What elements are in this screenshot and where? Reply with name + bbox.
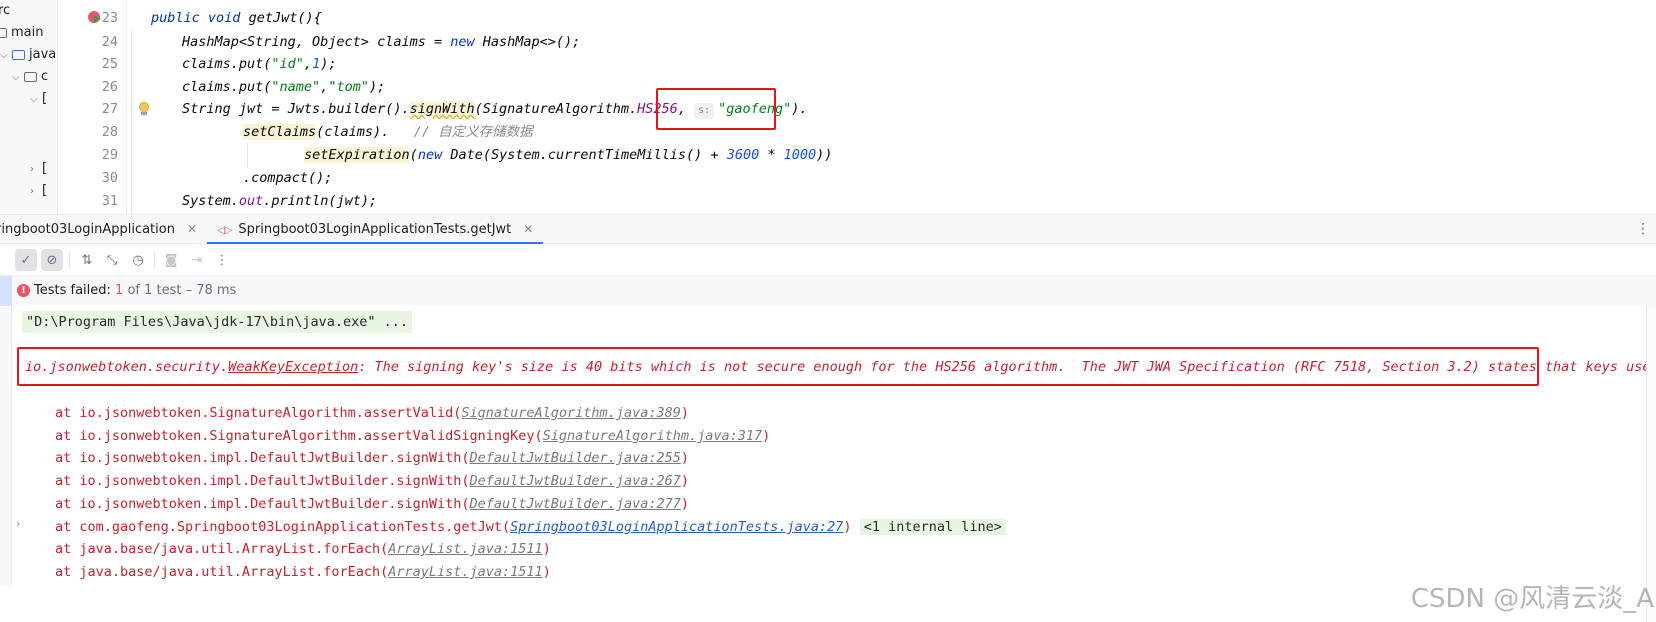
history-button[interactable]: ◷ — [127, 249, 149, 271]
stack-frame: at java.base/java.util.ArrayList.forEach… — [55, 541, 551, 557]
close-icon[interactable]: ✕ — [523, 222, 533, 236]
folder-icon — [12, 49, 25, 60]
line-number: 25 — [101, 56, 118, 72]
stack-frame: at io.jsonwebtoken.SignatureAlgorithm.as… — [55, 405, 689, 421]
test-status-bar: ! Tests failed: 1 of 1 test – 78 ms — [0, 276, 1656, 306]
tab-run-application[interactable]: ringboot03LoginApplication ✕ — [0, 215, 197, 244]
console-output[interactable]: "D:\Program Files\Java\jdk-17\bin\java.e… — [12, 306, 1656, 622]
line-number: 29 — [101, 147, 118, 163]
tree-item-sub[interactable]: ⌵[ — [30, 88, 47, 110]
stack-frame-link[interactable]: SignatureAlgorithm.java:317 — [543, 428, 762, 444]
tree-item-sub[interactable]: ›[ — [30, 180, 47, 202]
stack-frame: at com.gaofeng.Springboot03LoginApplicat… — [55, 516, 1006, 538]
code-line-24: HashMap<String, Object> claims = new Has… — [182, 34, 581, 50]
stack-frame-link[interactable]: DefaultJwtBuilder.java:277 — [470, 496, 681, 512]
check-icon: ✓ — [20, 252, 32, 268]
tree-item-label: java — [29, 47, 57, 62]
code-line-31: System.out.println(jwt); — [182, 193, 378, 209]
stack-frame-link[interactable]: ArrayList.java:1511 — [388, 541, 542, 557]
tree-item-label: [ — [42, 161, 48, 176]
stack-frame: at io.jsonwebtoken.impl.DefaultJwtBuilde… — [55, 496, 689, 512]
highlight-box-key — [656, 88, 776, 130]
line-number: 30 — [101, 170, 118, 186]
sort-button[interactable]: ⇅ — [76, 249, 98, 271]
stack-frame-link[interactable]: DefaultJwtBuilder.java:255 — [470, 450, 681, 466]
watermark: CSDN @风清云淡_A — [1410, 584, 1654, 614]
show-passed-button[interactable]: ✓ — [15, 249, 37, 271]
code-line-25: claims.put("id",1); — [182, 56, 337, 72]
stack-frame-link[interactable]: SignatureAlgorithm.java:389 — [461, 405, 680, 421]
test-tree-strip[interactable] — [0, 276, 12, 586]
run-tab-bar: ringboot03LoginApplication ✕ ◁▷ Springboot… — [0, 214, 1656, 244]
line-number: 27 — [101, 101, 118, 117]
tree-item-package[interactable]: ⌵ c — [12, 66, 48, 88]
stack-frame: at io.jsonwebtoken.impl.DefaultJwtBuilde… — [55, 473, 689, 489]
run-test-icon[interactable] — [94, 15, 101, 23]
stack-frame-link[interactable]: ArrayList.java:1511 — [388, 564, 542, 580]
tab-label: Springboot03LoginApplicationTests.getJwt — [238, 222, 512, 237]
tree-item-label: [ — [42, 183, 48, 198]
import-icon: ⇥ — [191, 252, 203, 268]
tree-item-label: rc — [0, 3, 11, 18]
code-line-30: .compact(); — [243, 170, 333, 186]
editor-gutter: 23 24 25 26 27 28 29 30 31 — [58, 0, 126, 215]
test-tree-selection[interactable] — [0, 276, 12, 306]
code-line-23: public void getJwt(){ — [151, 10, 322, 26]
sort-icon: ⇅ — [81, 252, 93, 268]
tree-item-sub[interactable]: ›[ — [30, 158, 47, 180]
stack-frame-link[interactable]: Springboot03LoginApplicationTests.java:2… — [510, 519, 843, 535]
code-line-28: setClaims(claims). // 自定义存储数据 — [243, 124, 533, 140]
more-options-icon[interactable]: ⋮ — [1636, 221, 1650, 237]
line-number: 24 — [101, 34, 118, 50]
tree-item-src[interactable]: rc — [0, 0, 10, 22]
more-button[interactable]: ⋮ — [211, 249, 233, 271]
collapse-icon: ⤡ — [106, 252, 118, 268]
test-toolbar: ✓ ⊘ ⇅ ⤡ ◷ ◙ ⇥ ⋮ — [0, 244, 1656, 276]
console-scrollbar[interactable] — [1646, 306, 1656, 622]
chevron-down-icon: ⌵ — [30, 94, 38, 105]
screenshot-button[interactable]: ◙ — [160, 249, 182, 271]
stack-frame-link[interactable]: DefaultJwtBuilder.java:267 — [470, 473, 681, 489]
close-icon[interactable]: ✕ — [187, 222, 197, 236]
chevron-down-icon: ⌵ — [12, 72, 20, 83]
import-button[interactable]: ⇥ — [186, 249, 208, 271]
package-icon — [24, 71, 37, 82]
camera-icon: ◙ — [164, 252, 178, 268]
code-line-26: claims.put("name","tom"); — [182, 79, 386, 95]
chevron-right-icon: › — [30, 186, 34, 197]
chevron-down-icon: ⌵ — [0, 50, 8, 61]
history-icon: ◷ — [132, 252, 144, 268]
tree-item-java[interactable]: ⌵ java — [0, 44, 56, 66]
line-number: 26 — [101, 79, 118, 95]
collapse-button[interactable]: ⤡ — [101, 249, 123, 271]
code-line-29: setExpiration(new Date(System.currentTim… — [304, 147, 833, 163]
stack-frame: at io.jsonwebtoken.SignatureAlgorithm.as… — [55, 428, 771, 444]
error-icon: ! — [17, 284, 30, 297]
project-tree: rc main ⌵java ⌵c ⌵[ ›[ ›[ — [0, 0, 58, 215]
code-area[interactable]: public void getJwt(){ HashMap<String, Ob… — [126, 0, 1656, 215]
tree-item-main[interactable]: main — [0, 22, 43, 44]
more-icon: ⋮ — [215, 252, 229, 268]
line-number: 31 — [101, 193, 118, 209]
show-ignored-button[interactable]: ⊘ — [41, 249, 63, 271]
tab-label: ringboot03LoginApplication — [0, 222, 175, 237]
folder-icon — [0, 27, 7, 38]
code-editor[interactable]: 23 24 25 26 27 28 29 30 31 public void g… — [58, 0, 1656, 215]
line-number: 28 — [101, 124, 118, 140]
stack-frame: at io.jsonwebtoken.impl.DefaultJwtBuilde… — [55, 450, 689, 466]
chevron-right-icon[interactable]: › — [16, 517, 20, 530]
test-run-icon: ◁▷ — [217, 225, 233, 236]
highlight-box-exception — [17, 347, 1539, 386]
chevron-right-icon: › — [30, 164, 34, 175]
tree-item-label: [ — [42, 91, 48, 106]
tree-item-label: main — [11, 25, 44, 40]
tab-run-tests[interactable]: ◁▷ Springboot03LoginApplicationTests.getJ… — [207, 215, 544, 244]
command-line: "D:\Program Files\Java\jdk-17\bin\java.e… — [22, 311, 413, 333]
test-status: ! Tests failed: 1 of 1 test – 78 ms — [17, 276, 236, 306]
stop-icon: ⊘ — [46, 252, 58, 268]
internal-lines-fold[interactable]: <1 internal line> — [859, 519, 1006, 535]
tree-item-label: c — [41, 69, 49, 84]
stack-frame: at java.base/java.util.ArrayList.forEach… — [55, 564, 551, 580]
